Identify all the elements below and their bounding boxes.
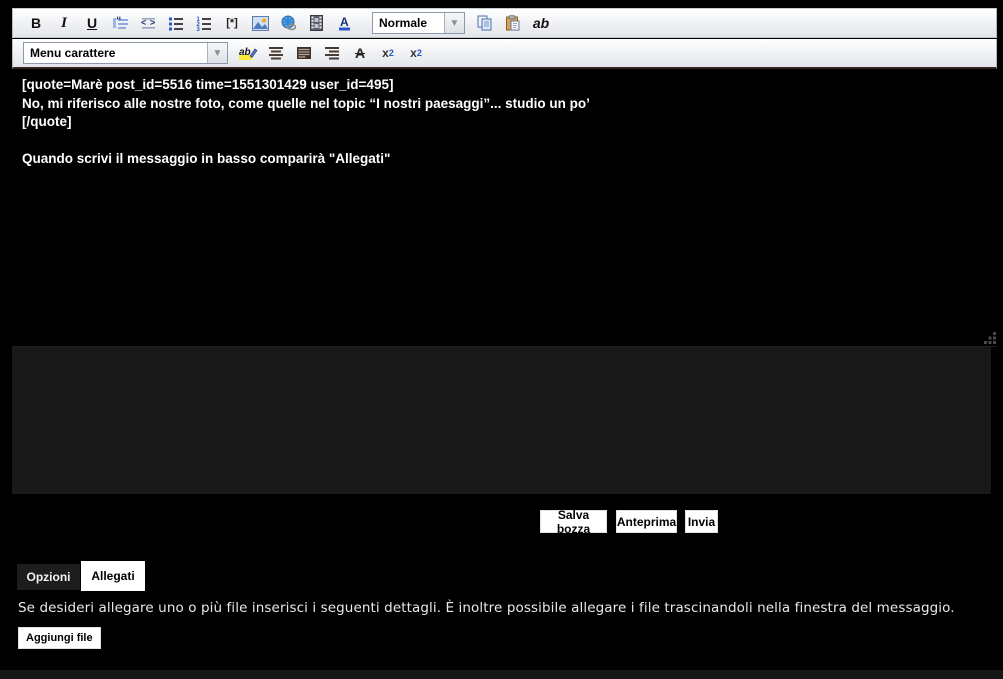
insert-image-button[interactable]	[247, 11, 273, 35]
strikethrough-button[interactable]: A	[347, 41, 373, 65]
plain-text-label: ab	[533, 15, 549, 31]
copy-icon	[477, 15, 493, 31]
align-center-button[interactable]	[263, 41, 289, 65]
align-center-icon	[268, 46, 284, 60]
paragraph-style-value: Normale	[373, 13, 444, 33]
paragraph-style-select[interactable]: Normale ▼	[372, 12, 465, 34]
bold-button[interactable]: B	[23, 11, 49, 35]
align-right-icon	[324, 46, 340, 60]
font-color-button[interactable]: A	[331, 11, 357, 35]
insert-video-button[interactable]	[303, 11, 329, 35]
tab-attachments[interactable]: Allegati	[81, 561, 145, 591]
svg-text:>: >	[150, 18, 155, 28]
font-color-icon: A	[337, 15, 352, 31]
quote-icon: “	[112, 15, 129, 31]
svg-text:3: 3	[197, 27, 201, 31]
message-textarea[interactable]: [quote=Marè post_id=5516 time=1551301429…	[12, 69, 997, 347]
quote-button[interactable]: “	[107, 11, 133, 35]
code-button[interactable]: < >	[135, 11, 161, 35]
subscript-idx: 2	[417, 48, 422, 58]
subscript-label: x	[410, 46, 417, 60]
svg-text:A: A	[340, 15, 349, 29]
tab-options[interactable]: Opzioni	[17, 564, 80, 590]
highlight-button[interactable]: ab	[235, 41, 261, 65]
unordered-list-button[interactable]	[163, 11, 189, 35]
post-editor-page: B I U “ < >	[0, 0, 1003, 679]
align-right-button[interactable]	[319, 41, 345, 65]
underline-label: U	[87, 15, 97, 31]
unordered-list-icon	[168, 15, 184, 31]
attachments-description: Se desideri allegare uno o più file inse…	[18, 600, 978, 616]
list-item-button[interactable]: [*]	[219, 11, 245, 35]
bbcode-toolbar-row2: Menu carattere ▼ ab	[12, 39, 997, 69]
svg-text:ab: ab	[239, 47, 251, 58]
highlight-icon: ab	[238, 45, 258, 62]
superscript-exp: 2	[389, 48, 394, 58]
copy-button[interactable]	[472, 11, 498, 35]
superscript-button[interactable]: x2	[375, 41, 401, 65]
code-icon: < >	[140, 15, 157, 31]
link-icon	[280, 15, 297, 31]
font-menu-select[interactable]: Menu carattere ▼	[23, 42, 228, 64]
justify-icon	[296, 46, 312, 60]
font-menu-value: Menu carattere	[24, 43, 207, 63]
video-icon	[310, 15, 323, 31]
save-draft-button[interactable]: Salva bozza	[540, 510, 607, 533]
insert-link-button[interactable]	[275, 11, 301, 35]
bold-label: B	[31, 15, 41, 31]
chevron-down-icon[interactable]: ▼	[444, 13, 464, 33]
submit-button[interactable]: Invia	[685, 510, 718, 533]
svg-text:<: <	[141, 18, 146, 28]
ordered-list-button[interactable]: 1 2 3	[191, 11, 217, 35]
paste-button[interactable]	[500, 11, 526, 35]
bbcode-toolbar-row1: B I U “ < >	[12, 8, 997, 38]
bottom-bar	[0, 670, 1003, 679]
plain-text-button[interactable]: ab	[528, 11, 554, 35]
add-file-button[interactable]: Aggiungi file	[18, 627, 101, 649]
superscript-label: x	[382, 46, 389, 60]
ordered-list-icon: 1 2 3	[196, 15, 212, 31]
paste-icon	[505, 15, 521, 31]
preview-button[interactable]: Anteprima	[616, 510, 677, 533]
svg-text:“: “	[116, 15, 122, 27]
italic-label: I	[61, 15, 67, 32]
justify-button[interactable]	[291, 41, 317, 65]
image-icon	[252, 16, 269, 31]
resize-handle-icon[interactable]	[984, 332, 997, 345]
editor-lower-panel	[12, 347, 991, 494]
chevron-down-icon[interactable]: ▼	[207, 43, 227, 63]
list-item-label: [*]	[226, 17, 238, 29]
strikethrough-label: A	[355, 45, 365, 61]
italic-button[interactable]: I	[51, 11, 77, 35]
underline-button[interactable]: U	[79, 11, 105, 35]
subscript-button[interactable]: x2	[403, 41, 429, 65]
